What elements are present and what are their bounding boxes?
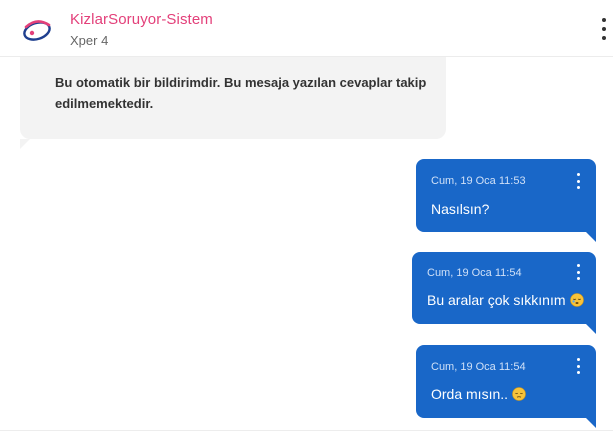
divider [0,430,613,431]
kizlarsoruyor-logo-icon [23,20,51,41]
message-timestamp: Cum, 19 Oca 11:54 [427,267,522,279]
message-options-icon[interactable] [575,173,581,189]
message-text: Nasılsın? [431,201,490,217]
message-text: Orda mısın.. [431,386,509,402]
outgoing-bubble-tail [586,232,596,242]
message-list[interactable]: ······· ·· · · ··· ··· ···· Bu otomatik … [0,53,613,434]
sleepy-face-icon [569,293,584,310]
message-text: Bu aralar çok sıkkınım [427,292,566,308]
message-options-icon[interactable] [575,264,581,280]
outgoing-message[interactable]: Cum, 19 Oca 11:54 Orda mısın.. [416,345,596,418]
chat-header: KizlarSoruyor-Sistem Xper 4 [0,0,613,57]
outgoing-message[interactable]: Cum, 19 Oca 11:54 Bu aralar çok sıkkınım [412,252,596,324]
incoming-message-text: Bu otomatik bir bildirimdir. Bu mesaja y… [55,75,427,111]
incoming-bubble-tail [20,139,30,149]
message-options-icon[interactable] [575,358,581,374]
avatar[interactable] [20,13,54,47]
contact-level: Xper 4 [70,33,109,48]
message-timestamp: Cum, 19 Oca 11:54 [431,361,526,373]
message-text-row: Bu aralar çok sıkkınım [427,292,584,310]
outgoing-message[interactable]: Cum, 19 Oca 11:53 Nasılsın? [416,159,596,232]
contact-name[interactable]: KizlarSoruyor-Sistem [70,11,213,28]
more-options-icon[interactable] [599,18,609,40]
pensive-face-icon [512,387,526,404]
incoming-message: ······· ·· · · ··· ··· ···· Bu otomatik … [20,53,446,139]
message-timestamp: Cum, 19 Oca 11:53 [431,175,526,187]
message-text-row: Orda mısın.. [431,386,526,404]
outgoing-bubble-tail [586,418,596,428]
chat-window: KizlarSoruyor-Sistem Xper 4 ······· ·· ·… [0,0,613,434]
outgoing-bubble-tail [586,324,596,334]
